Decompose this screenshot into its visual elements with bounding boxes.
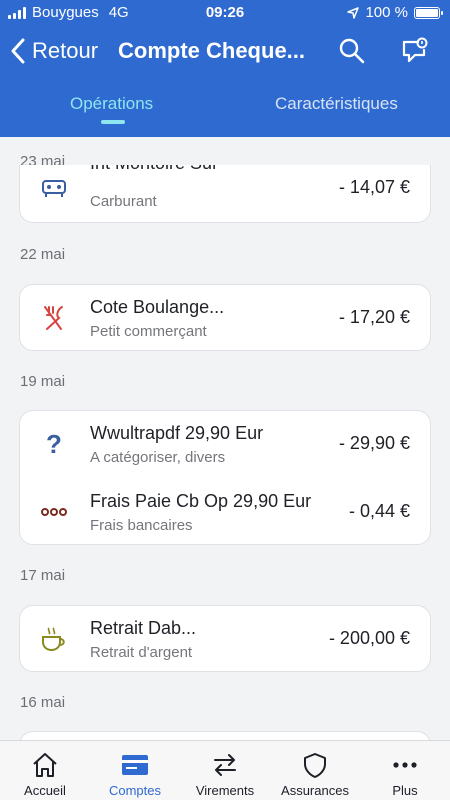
page-title: Compte Cheque... xyxy=(118,38,306,63)
transaction-row[interactable]: ? Wwultrapdf 29,90 Eur A catégoriser, di… xyxy=(20,411,430,477)
nav-accueil[interactable]: Accueil xyxy=(0,741,90,800)
transaction-card: Cote Boulange... Petit commerçant - 17,2… xyxy=(19,284,431,351)
transaction-card xyxy=(19,731,431,740)
transaction-card: Int Montoire Sur Carburant - 14,07 € xyxy=(19,165,431,223)
transaction-amount: - 29,90 € xyxy=(338,433,410,453)
transaction-name: Cote Boulange... xyxy=(90,297,225,317)
home-icon xyxy=(33,753,57,777)
cup-icon xyxy=(40,625,68,653)
tab-operations[interactable]: Opérations xyxy=(70,94,153,114)
transaction-category: Retrait d'argent xyxy=(90,644,193,661)
question-icon: ? xyxy=(46,428,62,459)
transaction-amount: - 17,20 € xyxy=(338,307,410,327)
transaction-row[interactable]: Cote Boulange... Petit commerçant - 17,2… xyxy=(20,285,430,350)
nav-comptes[interactable]: Comptes xyxy=(90,741,180,800)
location-icon xyxy=(347,6,360,19)
back-button[interactable]: Retour xyxy=(10,36,98,66)
tab-bar: Opérations Caractéristiques xyxy=(0,92,450,137)
bottom-nav: Accueil Comptes Virements Assurances Plu… xyxy=(0,740,450,800)
transaction-row[interactable]: Retrait Dab... Retrait d'argent - 200,00… xyxy=(20,606,430,671)
transaction-amount: - 14,07 € xyxy=(338,177,410,197)
nav-label: Comptes xyxy=(108,783,162,798)
battery-percent: 100 % xyxy=(365,4,408,21)
nav-label: Assurances xyxy=(281,783,349,798)
battery-icon xyxy=(414,6,443,19)
date-header: 17 mai xyxy=(20,567,66,584)
more-icon xyxy=(393,762,417,768)
transfer-icon xyxy=(214,754,236,776)
transaction-name: Int Montoire Sur xyxy=(90,165,218,174)
nav-plus[interactable]: Plus xyxy=(360,741,450,800)
back-label: Retour xyxy=(32,38,99,63)
status-right: 100 % xyxy=(347,4,443,21)
operations-list[interactable]: 23 mai Int Montoire Sur Carburant - 14,0… xyxy=(0,137,450,740)
transaction-row[interactable]: Frais Paie Cb Op 29,90 Eur Frais bancair… xyxy=(20,479,430,544)
fork-knife-icon xyxy=(40,304,68,332)
transaction-amount: - 0,44 € xyxy=(348,501,410,521)
chevron-left-icon xyxy=(11,38,25,64)
transaction-amount: - 200,00 € xyxy=(328,628,410,648)
nav-label: Virements xyxy=(195,783,255,798)
app-header: Retour Compte Cheque... Opérations Carac… xyxy=(0,26,450,137)
nav-virements[interactable]: Virements xyxy=(180,741,270,800)
car-icon xyxy=(40,174,68,202)
status-bar: Bouygues 4G 09:26 100 % xyxy=(0,0,450,26)
date-header: 19 mai xyxy=(20,373,66,390)
shield-icon xyxy=(304,753,326,778)
transaction-name: Wwultrapdf 29,90 Eur xyxy=(90,423,264,443)
tab-indicator xyxy=(101,120,125,124)
transaction-name: Frais Paie Cb Op 29,90 Eur xyxy=(90,491,312,511)
transaction-card: Retrait Dab... Retrait d'argent - 200,00… xyxy=(19,605,431,672)
search-icon[interactable] xyxy=(337,36,367,66)
nav-label: Plus xyxy=(392,783,418,798)
nav-label: Accueil xyxy=(24,783,66,798)
transaction-row[interactable]: Int Montoire Sur Carburant - 14,07 € xyxy=(20,165,430,221)
transaction-category: Frais bancaires xyxy=(90,517,193,534)
transaction-card: ? Wwultrapdf 29,90 Eur A catégoriser, di… xyxy=(19,410,431,545)
transaction-category: Petit commerçant xyxy=(90,323,207,340)
transaction-category: A catégoriser, divers xyxy=(90,449,226,466)
transaction-name: Retrait Dab... xyxy=(90,618,197,638)
dots-icon xyxy=(40,498,68,526)
nav-assurances[interactable]: Assurances xyxy=(270,741,360,800)
date-header: 16 mai xyxy=(20,694,66,711)
tab-caracteristiques[interactable]: Caractéristiques xyxy=(275,94,398,114)
card-icon xyxy=(122,755,148,775)
transaction-category: Carburant xyxy=(90,193,157,210)
chat-help-icon[interactable] xyxy=(400,36,430,66)
date-header: 22 mai xyxy=(20,246,66,263)
